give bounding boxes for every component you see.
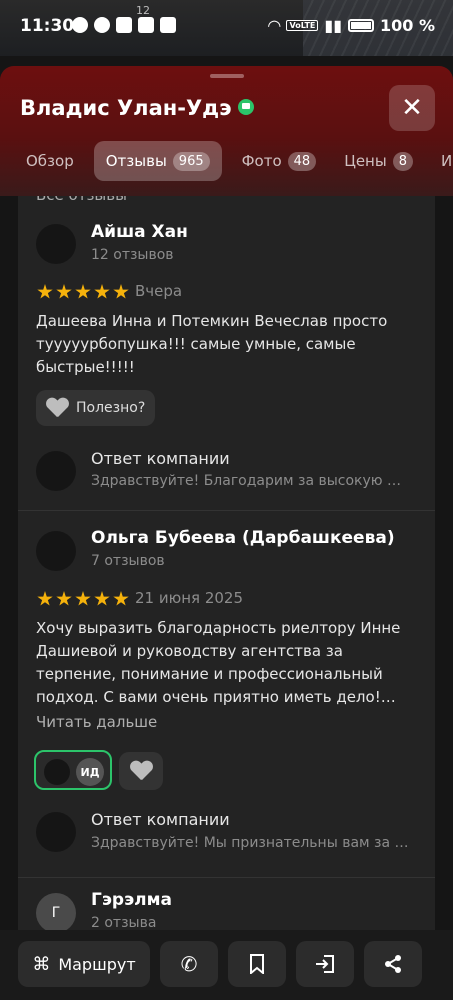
reactor-avatar xyxy=(44,759,70,785)
enter-icon xyxy=(316,955,334,973)
status-notification-icons xyxy=(72,17,176,33)
heart-icon xyxy=(46,398,68,418)
battery-icon xyxy=(348,19,374,32)
volte-icon: VoLTE xyxy=(286,20,319,31)
star-icon xyxy=(113,284,129,299)
reviewer-name[interactable]: Айша Хан xyxy=(91,222,188,242)
company-avatar xyxy=(36,812,76,852)
review-text: Хочу выразить благодарность риелтору Инн… xyxy=(36,619,401,706)
tab-label: Фото xyxy=(241,152,282,170)
tab-badge: 8 xyxy=(392,151,413,171)
helpful-label: Полезно? xyxy=(76,400,146,416)
sheet-grabber[interactable] xyxy=(210,74,244,78)
divider xyxy=(18,877,435,878)
company-avatar xyxy=(36,451,76,491)
alarm-icon xyxy=(72,17,88,33)
instagram-icon xyxy=(160,17,176,33)
route-icon: ⌘ xyxy=(32,953,51,975)
tab-photos[interactable]: Фото 48 xyxy=(234,141,325,181)
helpful-button[interactable]: Полезно? xyxy=(36,390,156,426)
tab-info[interactable]: Ин xyxy=(433,141,453,181)
rating-stars xyxy=(37,591,129,607)
reviews-list[interactable]: Все отзывы Айша Хан 12 отзывов Вчера Даш… xyxy=(18,196,435,940)
reviewer-review-count: 2 отзыва xyxy=(91,915,157,931)
star-icon xyxy=(113,591,129,606)
close-icon: ✕ xyxy=(401,93,423,123)
tab-badge: 48 xyxy=(287,151,317,171)
read-more-link[interactable]: Читать дальше xyxy=(36,713,157,731)
close-button[interactable]: ✕ xyxy=(389,85,435,131)
signal-icon: ▮▮ xyxy=(324,16,342,35)
avatar[interactable]: Г xyxy=(36,893,76,933)
reviewer-name[interactable]: Гэрэлма xyxy=(91,890,172,910)
review-date: Вчера xyxy=(135,282,183,300)
wb-icon xyxy=(138,17,154,33)
company-reply-title[interactable]: Ответ компании xyxy=(91,810,230,829)
status-time: 11:30 xyxy=(20,16,75,36)
reactions-group[interactable]: ИД xyxy=(34,750,112,790)
tab-bar: Обзор Отзывы 965 Фото 48 Цены 8 Ин xyxy=(18,141,453,181)
star-icon xyxy=(37,284,53,299)
tab-badge: 965 xyxy=(172,151,210,171)
route-button[interactable]: ⌘ Маршрут xyxy=(18,941,150,987)
company-reply-preview[interactable]: Здравствуйте! Мы признательны вам за … xyxy=(91,835,421,851)
tab-label: Обзор xyxy=(26,152,74,170)
status-bar: 11:30 12 ◠ VoLTE ▮▮ 100 % xyxy=(0,0,453,56)
tab-prices[interactable]: Цены 8 xyxy=(336,141,421,181)
divider xyxy=(18,510,435,511)
star-icon xyxy=(75,591,91,606)
reviewer-review-count: 12 отзывов xyxy=(91,247,174,263)
star-icon xyxy=(37,591,53,606)
call-button[interactable]: ✆ xyxy=(160,941,218,987)
reactor-avatar: ИД xyxy=(76,758,104,786)
star-icon xyxy=(56,591,72,606)
tab-overview[interactable]: Обзор xyxy=(18,141,82,181)
bookmark-icon xyxy=(250,954,264,974)
section-heading-cut: Все отзывы xyxy=(36,196,127,204)
wifi-icon: ◠ xyxy=(268,16,281,35)
star-icon xyxy=(94,284,110,299)
bottom-action-bar: ⌘ Маршрут ✆ xyxy=(0,930,453,1000)
avatar[interactable] xyxy=(36,224,76,264)
route-label: Маршрут xyxy=(58,954,136,974)
company-reply-preview[interactable]: Здравствуйте! Благодарим за высокую … xyxy=(91,473,421,489)
share-icon xyxy=(385,955,401,973)
tab-label: Отзывы xyxy=(105,152,167,170)
star-icon xyxy=(94,591,110,606)
location-icon xyxy=(94,17,110,33)
tab-label: Цены xyxy=(344,152,387,170)
telegram-icon xyxy=(116,17,132,33)
place-title-text: Владис Улан-Удэ xyxy=(20,96,232,120)
heart-icon xyxy=(130,761,152,781)
verified-icon xyxy=(237,99,254,115)
reviewer-name[interactable]: Ольга Бубеева (Дарбашкеева) xyxy=(91,528,395,548)
enter-button[interactable] xyxy=(296,941,354,987)
like-button[interactable] xyxy=(119,752,163,790)
star-icon xyxy=(56,284,72,299)
bookmark-button[interactable] xyxy=(228,941,286,987)
tab-reviews[interactable]: Отзывы 965 xyxy=(93,141,222,181)
rating-stars xyxy=(37,284,129,300)
share-button[interactable] xyxy=(364,941,422,987)
reviewer-review-count: 7 отзывов xyxy=(91,553,165,569)
battery-percent: 100 % xyxy=(380,16,435,35)
place-title: Владис Улан-Удэ xyxy=(20,96,254,120)
status-small-number: 12 xyxy=(136,4,150,17)
tab-label: Ин xyxy=(441,152,453,170)
phone-icon: ✆ xyxy=(180,952,198,976)
review-text: Дашеева Инна и Потемкин Вечеслав просто … xyxy=(36,312,388,376)
company-reply-title[interactable]: Ответ компании xyxy=(91,449,230,468)
review-date: 21 июня 2025 xyxy=(135,589,244,607)
avatar[interactable] xyxy=(36,531,76,571)
star-icon xyxy=(75,284,91,299)
status-right: ◠ VoLTE ▮▮ 100 % xyxy=(268,16,435,35)
